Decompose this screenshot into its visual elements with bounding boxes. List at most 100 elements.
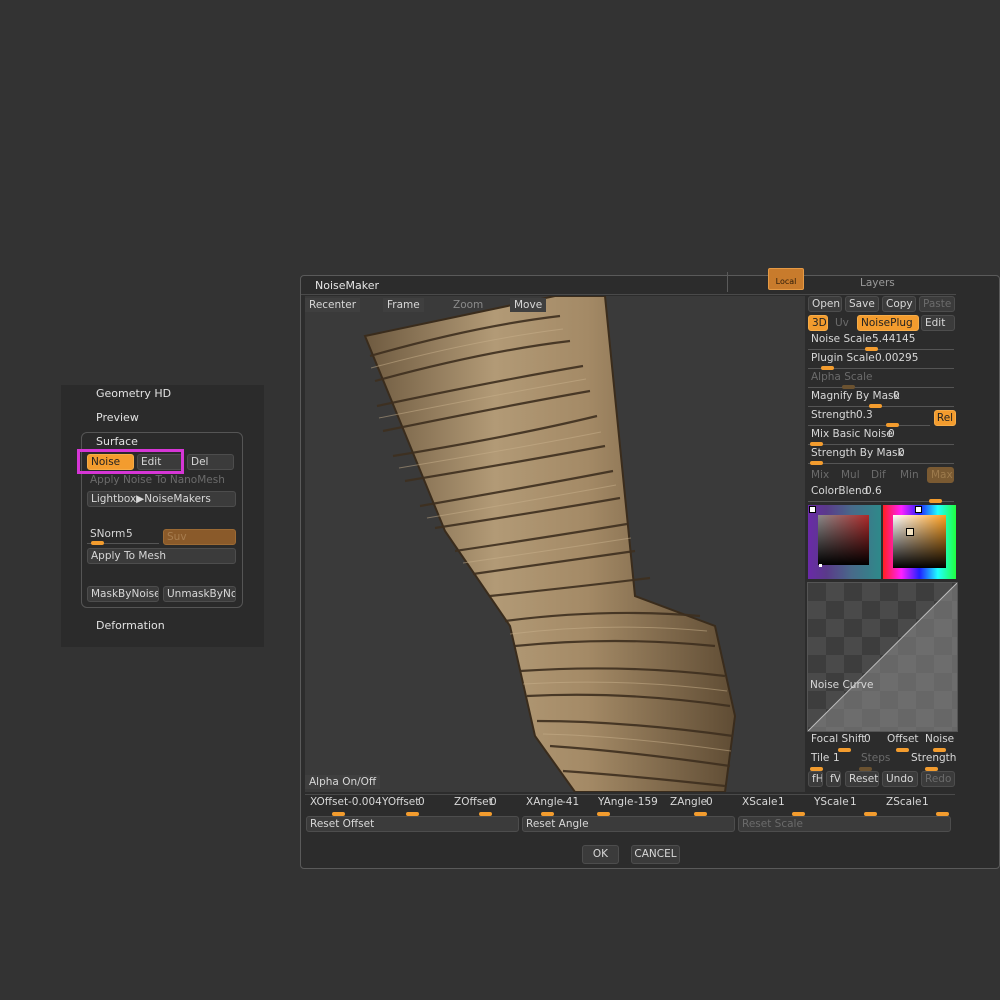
curve-noise-slider[interactable]: Noise [923, 733, 957, 752]
tile-value: 1 [833, 752, 840, 764]
magnify-by-mask-knob[interactable] [869, 404, 882, 408]
flip-v-button[interactable]: fV [826, 771, 841, 787]
zscale-slider[interactable]: ZScale 1 [884, 796, 954, 816]
snorm-slider[interactable]: SNorm 5 [87, 528, 159, 545]
copy-button[interactable]: Copy [882, 296, 916, 312]
curve-reset-button[interactable]: Reset [845, 771, 879, 787]
alpha-scale-label: Alpha Scale [811, 371, 873, 383]
noise-scale-track [808, 349, 954, 350]
primary-color-picker[interactable] [883, 505, 956, 579]
colorblend-knob[interactable] [929, 499, 942, 503]
xangle-slider[interactable]: XAngle -41 [524, 796, 594, 816]
ok-button[interactable]: OK [582, 845, 619, 864]
mix-basic-noise-track [808, 444, 954, 445]
zoffset-slider[interactable]: ZOffset 0 [452, 796, 522, 816]
reset-angle-button[interactable]: Reset Angle [522, 816, 735, 832]
noise-preview-viewport[interactable]: Recenter Frame Zoom Move Alpha On/Off [305, 296, 805, 792]
curve-strength-label: Strength [911, 752, 957, 764]
noise-scale-value: 5.44145 [872, 333, 916, 345]
mode-min-button[interactable]: Min [900, 469, 919, 481]
mix-basic-noise-knob[interactable] [810, 442, 823, 446]
delete-noise-button[interactable]: Del [187, 454, 234, 470]
noise-curve-editor[interactable]: Noise Curve [807, 582, 958, 732]
title-divider [301, 294, 956, 295]
xangle-label: XAngle [526, 796, 564, 808]
strength-slider[interactable]: Strength 0.3 [808, 409, 932, 427]
uv-button[interactable]: Uv [831, 315, 853, 331]
surface-menu[interactable]: Surface [96, 435, 138, 448]
frame-button[interactable]: Frame [383, 298, 424, 312]
xscale-slider[interactable]: XScale 1 [740, 796, 810, 816]
move-button[interactable]: Move [510, 298, 547, 312]
focal-shift-value: 0 [864, 733, 871, 745]
steps-slider[interactable]: Steps [857, 752, 903, 771]
primary-color-square[interactable] [893, 515, 946, 568]
offset-slider[interactable]: Offset [884, 733, 920, 752]
cancel-button[interactable]: CANCEL [631, 845, 680, 864]
strength-by-mask-knob[interactable] [810, 461, 823, 465]
local-button[interactable]: Local [768, 268, 804, 290]
suv-button[interactable]: Suv [163, 529, 236, 545]
primary-hue-marker[interactable] [915, 506, 922, 513]
strength-by-mask-slider[interactable]: Strength By Mask 0 [808, 447, 956, 465]
alpha-onoff-button[interactable]: Alpha On/Off [305, 775, 381, 789]
primary-color-marker[interactable] [906, 528, 914, 536]
zangle-slider[interactable]: ZAngle 0 [668, 796, 738, 816]
colorblend-slider[interactable]: ColorBlend 0.6 [808, 485, 956, 503]
tile-slider[interactable]: Tile 1 [808, 752, 854, 771]
colorblend-value: 0.6 [865, 485, 882, 497]
strength-by-mask-track [808, 463, 954, 464]
plugin-scale-knob[interactable] [821, 366, 834, 370]
curve-strength-slider[interactable]: Strength [907, 752, 957, 771]
reset-offset-button[interactable]: Reset Offset [306, 816, 519, 832]
edit-plugin-button[interactable]: Edit [921, 315, 955, 331]
mix-basic-noise-slider[interactable]: Mix Basic Noise 0 [808, 428, 956, 446]
redo-button[interactable]: Redo [921, 771, 955, 787]
apply-noise-nanomesh-button[interactable]: Apply Noise To NanoMesh [90, 474, 225, 486]
undo-button[interactable]: Undo [882, 771, 918, 787]
noise-scale-slider[interactable]: Noise Scale 5.44145 [808, 333, 956, 351]
noiseplug-button[interactable]: NoisePlug [857, 315, 919, 331]
flip-h-button[interactable]: fH [808, 771, 823, 787]
mode-dif-button[interactable]: Dif [871, 469, 886, 481]
apply-to-mesh-button[interactable]: Apply To Mesh [87, 548, 236, 564]
secondary-hue-marker[interactable] [809, 506, 816, 513]
rel-button[interactable]: Rel [934, 410, 956, 426]
mode-mul-button[interactable]: Mul [841, 469, 860, 481]
unmask-by-noise-button[interactable]: UnmaskByNois [163, 586, 236, 602]
open-button[interactable]: Open [808, 296, 842, 312]
paste-button[interactable]: Paste [919, 296, 955, 312]
deformation-menu[interactable]: Deformation [96, 619, 165, 632]
3d-button[interactable]: 3D [808, 315, 828, 331]
mode-max-button[interactable]: Max [927, 467, 954, 483]
snorm-knob[interactable] [91, 541, 104, 545]
plugin-scale-slider[interactable]: Plugin Scale 0.00295 [808, 352, 956, 370]
focal-shift-slider[interactable]: Focal Shift 0 [808, 733, 880, 752]
secondary-color-marker[interactable] [819, 564, 822, 567]
colorblend-label: ColorBlend [811, 485, 869, 497]
mode-mix-button[interactable]: Mix [811, 469, 829, 481]
zoom-button[interactable]: Zoom [449, 298, 487, 312]
title-separator [727, 272, 728, 292]
lightbox-noisemakers-button[interactable]: Lightbox▶NoiseMakers [87, 491, 236, 507]
save-button[interactable]: Save [845, 296, 879, 312]
yoffset-slider[interactable]: YOffset 0 [380, 796, 450, 816]
yscale-slider[interactable]: YScale 1 [812, 796, 882, 816]
xoffset-slider[interactable]: XOffset -0.004 [308, 796, 382, 816]
yangle-slider[interactable]: YAngle -159 [596, 796, 666, 816]
magnify-by-mask-slider[interactable]: Magnify By Mask 0 [808, 390, 956, 408]
recenter-button[interactable]: Recenter [305, 298, 361, 312]
strength-value: 0.3 [856, 409, 873, 421]
noise-scale-knob[interactable] [865, 347, 878, 351]
preview-menu[interactable]: Preview [96, 411, 139, 424]
secondary-color-square[interactable] [818, 515, 869, 565]
mask-by-noise-button[interactable]: MaskByNoise [87, 586, 159, 602]
alpha-scale-knob[interactable] [842, 385, 855, 389]
xscale-label: XScale [742, 796, 778, 808]
alpha-scale-slider[interactable]: Alpha Scale [808, 371, 956, 389]
layers-label[interactable]: Layers [860, 277, 895, 289]
strength-knob[interactable] [886, 423, 899, 427]
geometry-hd-menu[interactable]: Geometry HD [96, 387, 171, 400]
reset-scale-button[interactable]: Reset Scale [738, 816, 951, 832]
secondary-color-picker[interactable] [808, 505, 881, 579]
